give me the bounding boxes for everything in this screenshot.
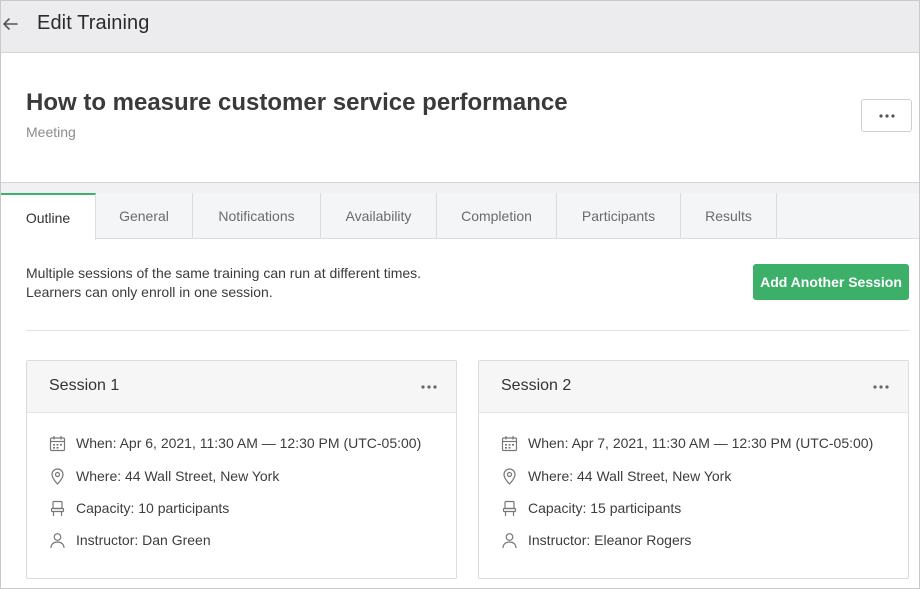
training-type: Meeting: [26, 124, 76, 140]
session-instructor: Instructor: Eleanor Rogers: [501, 530, 691, 550]
location-pin-icon: [503, 467, 516, 485]
location-pin-icon: [51, 467, 64, 485]
session-capacity-text: Capacity: 10 participants: [76, 500, 230, 516]
session-when: When: Apr 7, 2021, 11:30 AM — 12:30 PM (…: [501, 433, 873, 453]
session-when-text: When: Apr 6, 2021, 11:30 AM — 12:30 PM (…: [76, 435, 422, 451]
calendar-icon: [49, 435, 66, 451]
session-when-text: When: Apr 7, 2021, 11:30 AM — 12:30 PM (…: [528, 435, 874, 451]
session-instructor: Instructor: Dan Green: [49, 530, 211, 550]
chair-icon: [50, 500, 65, 516]
calendar-icon: [501, 435, 518, 451]
tab-bar: Outline General Notifications Availabili…: [1, 193, 919, 240]
session-where: Where: 44 Wall Street, New York: [49, 466, 279, 486]
chair-icon: [502, 500, 517, 516]
session-card: Session 2 When: Apr 7, 2021, 11:30 AM — …: [478, 360, 909, 579]
more-dots-icon: [878, 113, 895, 118]
tab-general[interactable]: General: [96, 193, 193, 239]
session-card-header: Session 2: [479, 361, 908, 413]
session-instructor-text: Instructor: Eleanor Rogers: [528, 532, 692, 548]
header-separator: [1, 183, 919, 193]
sessions-info-line-1: Multiple sessions of the same training c…: [26, 265, 422, 281]
divider: [26, 330, 909, 331]
tab-outline[interactable]: Outline: [1, 193, 96, 240]
session-capacity: Capacity: 10 participants: [49, 498, 229, 518]
training-title: How to measure customer service performa…: [26, 89, 568, 116]
training-more-button[interactable]: [861, 99, 912, 132]
session-capacity: Capacity: 15 participants: [501, 498, 681, 518]
back-arrow-icon[interactable]: [1, 15, 19, 33]
session-card-header: Session 1: [27, 361, 456, 413]
session-more-icon[interactable]: [420, 379, 438, 395]
training-header: How to measure customer service performa…: [1, 53, 919, 183]
session-where-text: Where: 44 Wall Street, New York: [76, 468, 280, 484]
session-where-text: Where: 44 Wall Street, New York: [528, 468, 732, 484]
session-where: Where: 44 Wall Street, New York: [501, 466, 731, 486]
app-window: Edit Training How to measure customer se…: [0, 0, 920, 589]
top-bar: Edit Training: [1, 1, 919, 53]
page-title: Edit Training: [37, 12, 150, 34]
session-card: Session 1 When: Apr 6, 2021, 11:30 AM — …: [26, 360, 457, 579]
session-when: When: Apr 6, 2021, 11:30 AM — 12:30 PM (…: [49, 433, 421, 453]
session-instructor-text: Instructor: Dan Green: [76, 532, 211, 548]
person-icon: [50, 532, 65, 548]
session-more-icon[interactable]: [872, 379, 890, 395]
tab-notifications[interactable]: Notifications: [193, 193, 321, 239]
tab-availability[interactable]: Availability: [321, 193, 437, 239]
session-title: Session 2: [501, 377, 572, 394]
tab-results[interactable]: Results: [681, 193, 777, 239]
outline-panel: Multiple sessions of the same training c…: [1, 239, 919, 588]
tab-completion[interactable]: Completion: [437, 193, 557, 239]
session-title: Session 1: [49, 377, 120, 394]
session-capacity-text: Capacity: 15 participants: [528, 500, 682, 516]
sessions-info-line-2: Learners can only enroll in one session.: [26, 284, 273, 300]
person-icon: [502, 532, 517, 548]
add-session-button[interactable]: Add Another Session: [753, 264, 909, 300]
tab-participants[interactable]: Participants: [557, 193, 681, 239]
